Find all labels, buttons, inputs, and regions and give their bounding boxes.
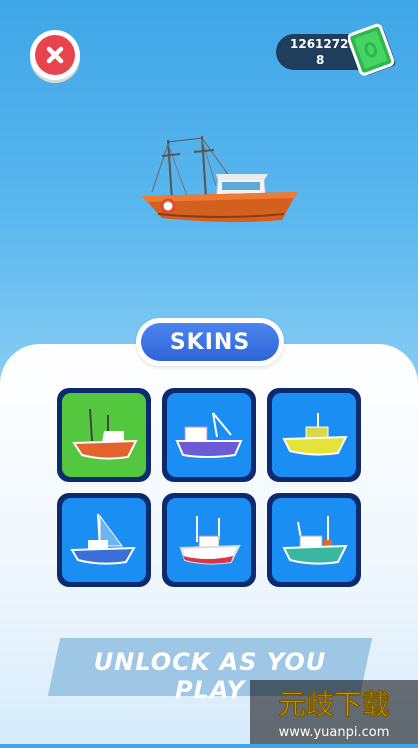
watermark-logo: 元歧下载 www.yuanpi.com — [250, 680, 418, 744]
teal-trawler-icon — [282, 516, 348, 565]
close-x-icon — [35, 35, 75, 75]
red-fishing-boat-icon — [179, 516, 241, 565]
close-button[interactable] — [30, 30, 80, 80]
skins-title-pill: SKINS — [136, 318, 284, 366]
skin-tile-purple-crane-boat[interactable] — [162, 388, 256, 482]
blue-sailboat-icon — [70, 513, 136, 565]
svg-text:www.yuanpi.com: www.yuanpi.com — [279, 725, 390, 740]
skins-title: SKINS — [141, 323, 279, 361]
skin-tile-blue-sailboat[interactable] — [57, 493, 151, 587]
skin-tile-teal-trawler[interactable] — [267, 493, 361, 587]
orange-trawler-icon — [72, 408, 138, 460]
boat-preview — [132, 130, 302, 234]
skin-tile-orange-trawler[interactable] — [57, 388, 151, 482]
yellow-tug-icon — [282, 413, 348, 456]
gem-count: 8 — [316, 53, 325, 67]
skin-tile-yellow-tug[interactable] — [267, 388, 361, 482]
skin-tile-red-fishing-boat[interactable] — [162, 493, 256, 587]
svg-text:元歧下载: 元歧下载 — [278, 688, 390, 721]
cash-icon — [347, 22, 398, 82]
purple-crane-boat-icon — [175, 412, 243, 458]
